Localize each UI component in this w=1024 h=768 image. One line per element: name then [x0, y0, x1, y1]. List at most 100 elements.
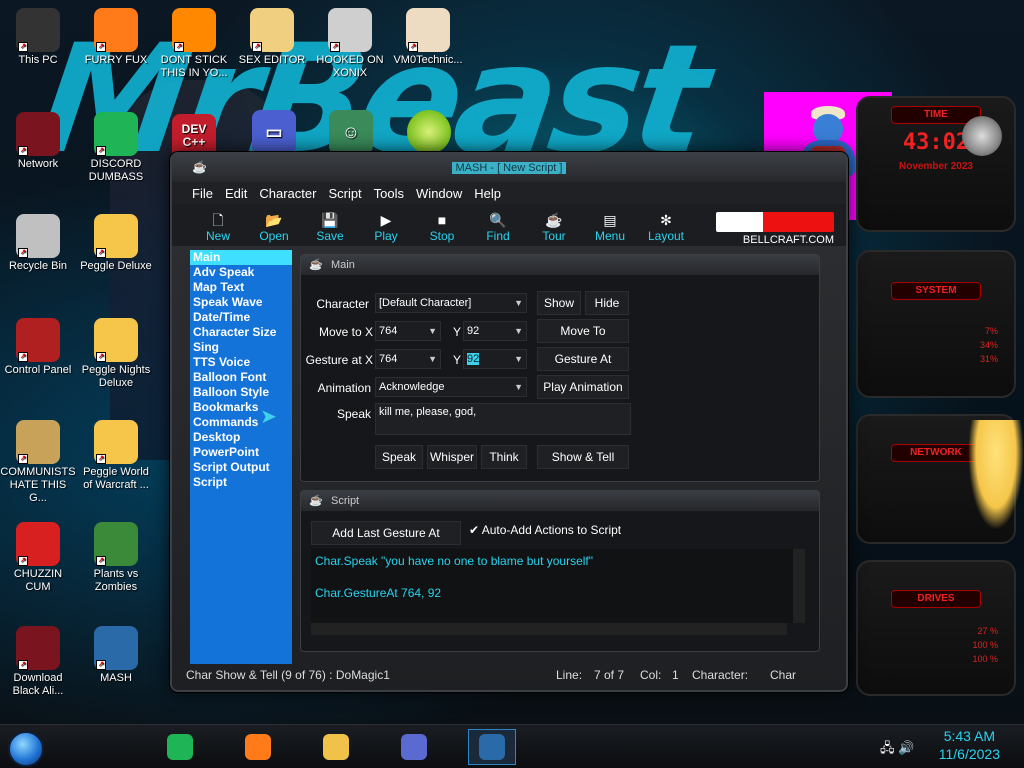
- taskbar-app-firefox[interactable]: [234, 729, 282, 765]
- taskbar-app-mash[interactable]: [468, 729, 516, 765]
- whisper-button[interactable]: Whisper: [427, 445, 477, 469]
- gesture-y-input[interactable]: 92 ▼: [463, 349, 527, 369]
- system-ram-value: 34%: [979, 340, 998, 350]
- show-and-tell-button[interactable]: Show & Tell: [537, 445, 629, 469]
- menu-file[interactable]: File: [186, 186, 219, 201]
- toolbar-open-button[interactable]: 📂 Open: [246, 211, 302, 246]
- window-titlebar[interactable]: ☕ MASH - [ New Script ]: [172, 154, 846, 182]
- desktop-icon[interactable]: ↗ Control Panel: [0, 318, 76, 377]
- start-button[interactable]: [8, 731, 44, 767]
- desktop-icon[interactable]: ↗ FURRY FUX: [78, 8, 154, 67]
- desktop-icon-santa[interactable]: ☺: [313, 110, 389, 156]
- script-horizontal-scrollbar[interactable]: [311, 623, 787, 635]
- toolbar-tour-button[interactable]: ☕ Tour: [526, 211, 582, 246]
- desktop-icon[interactable]: ↗ This PC: [0, 8, 76, 67]
- moveto-y-label: Y: [452, 325, 461, 339]
- speak-text-input[interactable]: kill me, please, god,: [375, 403, 631, 435]
- desktop-icon[interactable]: ↗ DONT STICK THIS IN YO...: [156, 8, 232, 80]
- desktop-icon[interactable]: ↗ MASH: [78, 626, 154, 685]
- desktop-icon[interactable]: ↗ Download Black Ali...: [0, 626, 76, 698]
- toolbar-layout-button[interactable]: ✻ Layout: [638, 211, 694, 246]
- shortcut-arrow-icon: ↗: [18, 42, 28, 52]
- desktop-icon-card[interactable]: ▭: [236, 110, 312, 156]
- network-icon[interactable]: 🖧: [880, 740, 895, 755]
- character-select[interactable]: [Default Character] ▼: [375, 293, 527, 313]
- taskbar-app-spotify[interactable]: [156, 729, 204, 765]
- toolbar-play-button[interactable]: ▶ Play: [358, 211, 414, 246]
- tour-icon: ☕: [545, 212, 563, 228]
- sidebar-item[interactable]: Script Output: [190, 460, 292, 475]
- toolbar-save-button[interactable]: 💾 Save: [302, 211, 358, 246]
- sidebar-item[interactable]: Speak Wave: [190, 295, 292, 310]
- hide-button[interactable]: Hide: [585, 291, 629, 315]
- add-last-gesture-button[interactable]: Add Last Gesture At: [311, 521, 461, 545]
- menu-help[interactable]: Help: [468, 186, 507, 201]
- animation-select[interactable]: Acknowledge ▼: [375, 377, 527, 397]
- toolbar-stop-button[interactable]: ■ Stop: [414, 211, 470, 246]
- menu-character[interactable]: Character: [253, 186, 322, 201]
- sidebar-item[interactable]: Map Text: [190, 280, 292, 295]
- move-to-button[interactable]: Move To: [537, 319, 629, 343]
- sidebar-item[interactable]: Script: [190, 475, 292, 490]
- desktop-icon-label: Network: [17, 158, 59, 170]
- desktop-icon-lime[interactable]: [391, 110, 467, 156]
- desktop-icon[interactable]: ↗ Peggle Nights Deluxe: [78, 318, 154, 390]
- toolbar-menu-button[interactable]: ▤ Menu: [582, 211, 638, 246]
- toolbar-new-button[interactable]: 🗋 New: [190, 211, 246, 246]
- think-button[interactable]: Think: [481, 445, 527, 469]
- toolbar-find-button[interactable]: 🔍 Find: [470, 211, 526, 246]
- desktop-icon[interactable]: ↗ VM0Technic...: [390, 8, 466, 67]
- moveto-y-input[interactable]: 92 ▼: [463, 321, 527, 341]
- speak-button[interactable]: Speak: [375, 445, 423, 469]
- mash-icon: [479, 734, 505, 760]
- gesture-at-button[interactable]: Gesture At: [537, 347, 629, 371]
- sidebar-item[interactable]: Balloon Font: [190, 370, 292, 385]
- taskbar-app-card-app[interactable]: [390, 729, 438, 765]
- sidebar-item[interactable]: Adv Speak: [190, 265, 292, 280]
- desktop-icon-label: DONT STICK THIS IN YO...: [160, 54, 228, 79]
- desktop-icon[interactable]: ↗ Peggle World of Warcraft ...: [78, 420, 154, 492]
- desktop-icon[interactable]: ↗ Network: [0, 112, 76, 171]
- desktop-icon[interactable]: ↗ COMMUNISTS HATE THIS G...: [0, 420, 76, 505]
- auto-add-checkbox[interactable]: ✔ Auto-Add Actions to Script: [469, 523, 621, 537]
- menu-edit[interactable]: Edit: [219, 186, 253, 201]
- desktop-icon[interactable]: ↗ Peggle Deluxe: [78, 214, 154, 273]
- script-vertical-scrollbar[interactable]: [793, 549, 805, 623]
- script-editor[interactable]: Char.Speak "you have no one to blame but…: [311, 549, 795, 623]
- desktop-icon[interactable]: ↗ CHUZZIN CUM: [0, 522, 76, 594]
- sidebar-item[interactable]: Character Size: [190, 325, 292, 340]
- gesture-x-input[interactable]: 764 ▼: [375, 349, 441, 369]
- sidebar-item[interactable]: Balloon Style: [190, 385, 292, 400]
- system-gadget: SYSTEM 7% 34% 31%: [856, 250, 1016, 398]
- shortcut-arrow-icon: ↗: [96, 42, 106, 52]
- desktop-icon[interactable]: ↗ Recycle Bin: [0, 214, 76, 273]
- sidebar-item[interactable]: Date/Time: [190, 310, 292, 325]
- animation-label: Animation: [317, 381, 371, 395]
- show-button[interactable]: Show: [537, 291, 581, 315]
- desktop-icon[interactable]: ↗ SEX EDITOR: [234, 8, 310, 67]
- folder-icon: [323, 734, 349, 760]
- volume-icon[interactable]: 🔊: [898, 740, 914, 755]
- menu-script[interactable]: Script: [322, 186, 367, 201]
- sidebar-item[interactable]: Main: [190, 250, 292, 265]
- sidebar-item[interactable]: Desktop: [190, 430, 292, 445]
- desktop-icon[interactable]: ↗ DISCORD DUMBASS: [78, 112, 154, 184]
- sidebar-item[interactable]: Sing: [190, 340, 292, 355]
- bellcraft-brand[interactable]: BELLCRAFT.COM: [716, 212, 834, 248]
- shortcut-arrow-icon: ↗: [18, 660, 28, 670]
- alien-icon: ↗: [16, 626, 60, 670]
- status-col-value: 1: [672, 668, 679, 682]
- play-animation-button[interactable]: Play Animation: [537, 375, 629, 399]
- menu-window[interactable]: Window: [410, 186, 468, 201]
- menu-tools[interactable]: Tools: [368, 186, 410, 201]
- taskbar-clock[interactable]: 5:43 AM 11/6/2023: [939, 727, 1000, 763]
- moveto-x-input[interactable]: 764 ▼: [375, 321, 441, 341]
- sidebar-item[interactable]: TTS Voice: [190, 355, 292, 370]
- desktop-icon[interactable]: ↗ Plants vs Zombies: [78, 522, 154, 594]
- drive-3-value: 100 %: [972, 654, 998, 664]
- taskbar-app-file-explorer[interactable]: [312, 729, 360, 765]
- sidebar-item[interactable]: PowerPoint: [190, 445, 292, 460]
- toolbar-label: Play: [374, 229, 398, 243]
- desktop-icon[interactable]: ↗ HOOKED ON XONIX: [312, 8, 388, 80]
- chevron-down-icon: ▼: [514, 326, 523, 336]
